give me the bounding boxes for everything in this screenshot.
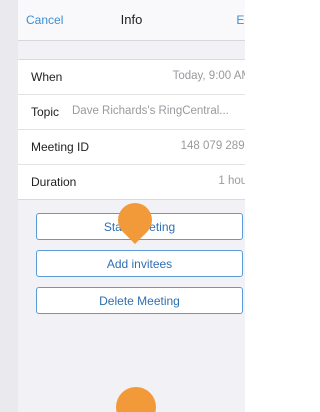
detail-row-topic[interactable]: Topic Dave Richards's RingCentral... (18, 95, 245, 130)
when-value: Today, 9:00 AM (172, 70, 245, 82)
meeting-details-group: When Today, 9:00 AM Topic Dave Richards'… (18, 59, 245, 200)
topic-value: Dave Richards's RingCentral... (72, 105, 229, 117)
meeting-id-label: Meeting ID (31, 140, 90, 154)
edit-button[interactable]: Ed (236, 13, 245, 27)
tap-indicator-dot (116, 387, 156, 412)
topic-label: Topic (31, 105, 60, 119)
meeting-id-value: 148 079 2892 (180, 140, 245, 152)
detail-row-duration[interactable]: Duration 1 hour (18, 165, 245, 199)
detail-row-meeting-id[interactable]: Meeting ID 148 079 2892 (18, 130, 245, 165)
meeting-info-screen: Cancel Info Ed When Today, 9:00 AM Topic… (18, 0, 245, 412)
page-title: Info (120, 12, 143, 27)
add-invitees-button[interactable]: Add invitees (36, 250, 243, 277)
duration-label: Duration (31, 175, 77, 189)
when-label: When (31, 70, 63, 84)
delete-meeting-button[interactable]: Delete Meeting (36, 287, 243, 314)
device-frame: Cancel Info Ed When Today, 9:00 AM Topic… (0, 0, 245, 412)
duration-value: 1 hour (218, 175, 245, 187)
navigation-bar: Cancel Info Ed (18, 0, 245, 41)
detail-row-when[interactable]: When Today, 9:00 AM (18, 60, 245, 95)
